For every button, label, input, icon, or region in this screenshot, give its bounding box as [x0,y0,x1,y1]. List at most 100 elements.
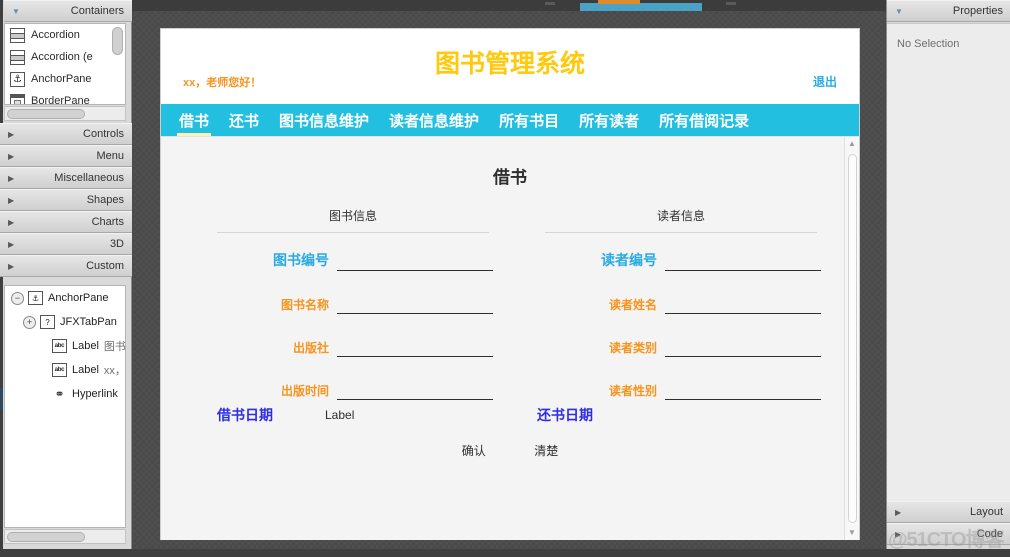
scroll-up-icon[interactable]: ▲ [845,137,859,151]
date-row: 借书日期 Label 还书日期 [161,405,859,431]
field-book-name[interactable]: 图书名称 [203,292,503,335]
field-underline[interactable] [337,356,493,357]
library-section-miscellaneous[interactable]: ▶ Miscellaneous [0,167,132,189]
library-section-containers[interactable]: ▼ Containers [4,0,132,22]
tree-row-sublabel: xx， [103,365,126,377]
library-section-label: Charts [91,216,124,228]
tree-row[interactable]: ⚭ Hyperlink [5,382,125,406]
logout-link[interactable]: 退出 [813,73,837,90]
background-window-sliver [0,0,1010,11]
field-publisher[interactable]: 出版社 [203,335,503,378]
field-underline[interactable] [337,399,493,400]
section-title: 借书 [493,168,527,187]
left-edge-accent [0,388,3,410]
library-item[interactable]: Accordion (e [5,46,125,68]
tab-all-borrow-records[interactable]: 所有借阅记录 [657,104,751,136]
library-item-label: Accordion (e [31,51,93,63]
hyperlink-icon: ⚭ [52,387,67,401]
clear-button[interactable]: 清楚 [534,442,558,459]
collapse-toggle-icon[interactable]: − [11,291,24,305]
tab-borrow[interactable]: 借书 [177,104,212,136]
library-item[interactable]: BorderPane [5,90,125,105]
field-label: 读者姓名 [608,298,657,312]
field-underline[interactable] [337,270,493,271]
library-section-menu[interactable]: ▶ Menu [0,145,132,167]
tree-row-label: Label [72,364,99,376]
tree-row[interactable]: abc Label 图书 [5,334,125,358]
library-section-label: Containers [70,5,124,17]
background-window-tab [598,0,640,4]
library-section-label: Custom [86,260,124,272]
library-list-vertical-scrollbar[interactable] [112,27,123,55]
hierarchy-tree[interactable]: − ⚓ AnchorPane + ? JFXTabPan abc Label 图… [4,285,126,528]
field-underline[interactable] [665,313,821,314]
field-reader-type[interactable]: 读者类别 [531,335,831,378]
field-underline[interactable] [665,399,821,400]
chevron-right-icon: ▶ [8,195,15,205]
group-divider [545,232,817,233]
field-book-id[interactable]: 图书编号 [203,249,503,292]
chevron-right-icon: ▶ [8,217,15,227]
library-section-custom[interactable]: ▶ Custom [0,255,132,277]
preview-header: 图书管理系统 xx，老师您好！ 退出 [161,29,859,104]
library-section-charts[interactable]: ▶ Charts [0,211,132,233]
expand-toggle-icon[interactable]: + [23,315,36,329]
scroll-down-icon[interactable]: ▼ [845,526,859,540]
library-item-label: BorderPane [31,95,90,105]
chevron-right-icon: ▶ [8,173,15,183]
code-section-header[interactable]: ▶ Code [887,523,1010,545]
field-reader-name[interactable]: 读者姓名 [531,292,831,335]
field-underline[interactable] [665,356,821,357]
scrollbar-thumb[interactable] [7,532,85,542]
field-reader-id[interactable]: 读者编号 [531,249,831,292]
field-label: 图书名称 [280,298,329,312]
unknown-node-icon: ? [40,315,55,329]
field-underline[interactable] [665,270,821,271]
design-canvas[interactable]: 图书管理系统 xx，老师您好！ 退出 借书 还书 图书信息维护 读者信息维护 所… [133,11,885,557]
tab-book-info-maintenance[interactable]: 图书信息维护 [277,104,371,136]
tab-reader-info-maintenance[interactable]: 读者信息维护 [387,104,481,136]
library-section-shapes[interactable]: ▶ Shapes [0,189,132,211]
chevron-right-icon: ▶ [8,239,15,249]
tree-row[interactable]: − ⚓ AnchorPane [5,286,125,310]
library-item-list[interactable]: Accordion Accordion (e ⚓ AnchorPane Bord… [4,23,126,105]
chevron-right-icon: ▶ [8,261,15,271]
library-section-3d[interactable]: ▶ 3D [0,233,132,255]
background-window-dot [545,2,555,5]
confirm-button[interactable]: 确认 [462,442,486,459]
field-underline[interactable] [337,313,493,314]
tree-row[interactable]: abc Label xx， [5,358,125,382]
library-section-controls[interactable]: ▶ Controls [0,123,132,145]
chevron-right-icon: ▶ [895,529,902,539]
scrollbar-thumb[interactable] [7,109,85,119]
properties-header[interactable]: ▼ Properties [887,0,1010,22]
code-section-label: Code [976,528,1003,540]
library-item-label: AnchorPane [31,73,92,85]
library-item[interactable]: Accordion [5,24,125,46]
preview-window[interactable]: 图书管理系统 xx，老师您好！ 退出 借书 还书 图书信息维护 读者信息维护 所… [160,28,860,540]
window-left-edge [0,0,3,557]
return-date-label: 还书日期 [537,407,593,423]
tab-bar[interactable]: 借书 还书 图书信息维护 读者信息维护 所有书目 所有读者 所有借阅记录 [161,104,859,136]
library-section-label: Menu [96,150,124,162]
field-label: 读者编号 [601,252,657,268]
tab-all-readers[interactable]: 所有读者 [577,104,641,136]
borrow-date-value: Label [325,408,355,422]
chevron-right-icon: ▶ [8,151,15,161]
content-vertical-scrollbar[interactable]: ▲ ▼ [844,137,859,540]
layout-section-header[interactable]: ▶ Layout [887,501,1010,523]
scrollbar-thumb[interactable] [848,154,857,523]
hierarchy-horizontal-scrollbar[interactable] [4,529,126,544]
tree-row-label: AnchorPane [48,292,109,304]
library-list-horizontal-scrollbar[interactable] [4,106,126,121]
tree-row[interactable]: + ? JFXTabPan [5,310,125,334]
group-title-reader: 读者信息 [656,209,705,223]
page-title: 图书管理系统 [434,49,585,78]
group-divider [217,232,489,233]
library-item[interactable]: ⚓ AnchorPane [5,68,125,90]
tab-content-borrow: 借书 图书信息 图书编号 图书名称 出版社 出版时间 读者信息 读者编号 读者姓… [161,136,859,540]
background-window-titlebar [580,3,702,11]
tab-return[interactable]: 还书 [227,104,261,136]
screenshot-root: ▼ Containers Accordion Accordion (e ⚓ An… [0,0,1010,557]
tab-all-books[interactable]: 所有书目 [497,104,561,136]
